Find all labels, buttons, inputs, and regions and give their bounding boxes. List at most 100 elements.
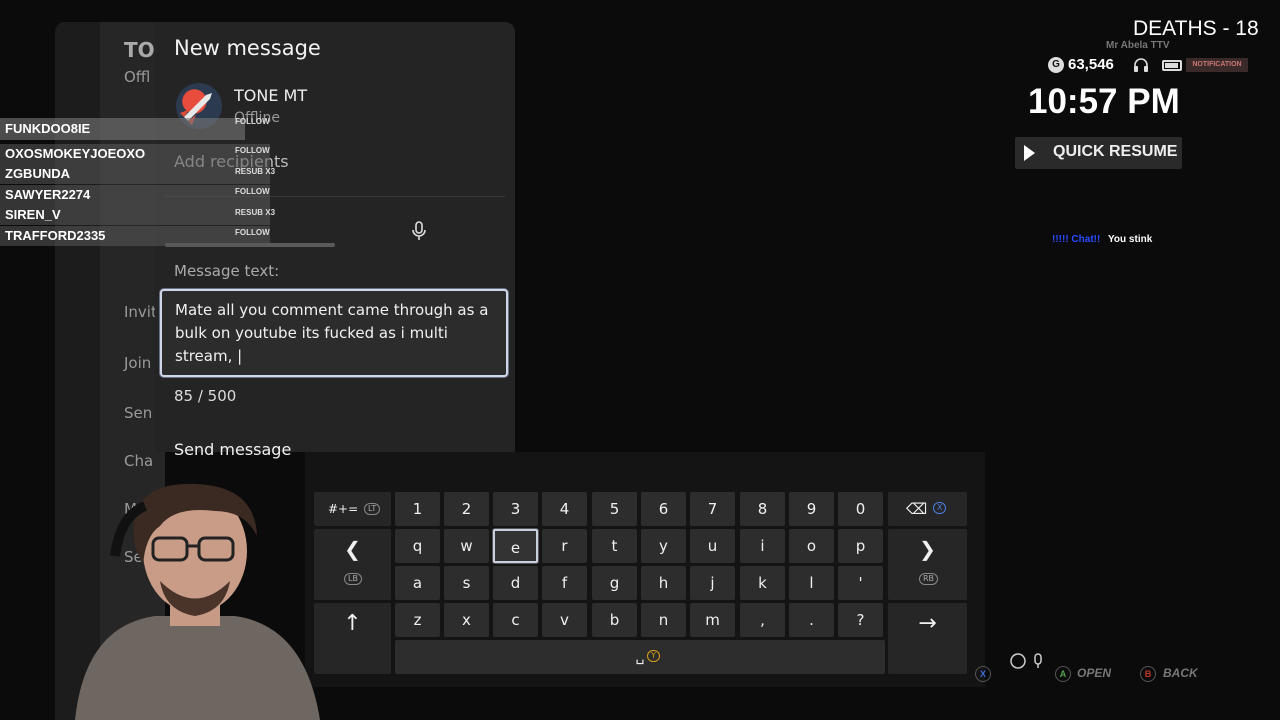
key-0[interactable]: 0 <box>838 492 883 526</box>
page-title: New message <box>174 36 321 60</box>
battery-level <box>1165 63 1178 68</box>
shift-key[interactable]: ↑ <box>314 603 391 674</box>
microphone-icon[interactable] <box>410 220 428 242</box>
play-icon <box>1024 145 1035 161</box>
character-count: 85 / 500 <box>174 387 237 405</box>
key-1[interactable]: 1 <box>395 492 440 526</box>
symbols-key-label: #+= <box>328 502 359 516</box>
x-badge: X <box>933 502 947 514</box>
key-3[interactable]: 3 <box>493 492 538 526</box>
key-x[interactable]: x <box>444 603 489 637</box>
send-message-button[interactable]: Send message <box>174 440 291 459</box>
key-question[interactable]: ? <box>838 603 883 637</box>
key-5[interactable]: 5 <box>592 492 637 526</box>
chat-row-name: FUNKDOO8IE <box>5 121 91 136</box>
key-t[interactable]: t <box>592 529 637 563</box>
webcam-feed <box>75 483 320 720</box>
rb-badge: RB <box>919 573 939 585</box>
key-o[interactable]: o <box>789 529 834 563</box>
key-9[interactable]: 9 <box>789 492 834 526</box>
backspace-icon: ⌫ <box>906 500 928 518</box>
chat-row: ZGBUNDA <box>0 164 270 184</box>
chat-message: You stink <box>1108 234 1153 245</box>
chat-row-name: ZGBUNDA <box>5 166 70 181</box>
key-w[interactable]: w <box>444 529 489 563</box>
enter-arrow-icon: → <box>918 611 937 636</box>
key-4[interactable]: 4 <box>542 492 587 526</box>
key-apostrophe[interactable]: ' <box>838 566 883 600</box>
guide-item-send: Sen <box>124 404 153 422</box>
key-h[interactable]: h <box>641 566 686 600</box>
chat-row-badge: RESUB X3 <box>235 167 276 176</box>
open-hint[interactable]: OPEN <box>1077 666 1111 680</box>
chat-row-name: TRAFFORD2335 <box>5 228 106 243</box>
clock: 10:57 PM <box>1028 82 1180 121</box>
key-r[interactable]: r <box>542 529 587 563</box>
guide-item-invite: Invit <box>124 303 157 321</box>
space-key[interactable]: ␣ Y <box>395 640 885 674</box>
death-counter: DEATHS - 18 <box>1133 17 1259 40</box>
key-a[interactable]: a <box>395 566 440 600</box>
key-p[interactable]: p <box>838 529 883 563</box>
key-z[interactable]: z <box>395 603 440 637</box>
enter-key[interactable]: → <box>888 603 967 674</box>
cursor-left-key[interactable]: ❮ LB <box>314 529 391 600</box>
key-v[interactable]: v <box>542 603 587 637</box>
key-6[interactable]: 6 <box>641 492 686 526</box>
key-b[interactable]: b <box>592 603 637 637</box>
key-n[interactable]: n <box>641 603 686 637</box>
message-text-value: Mate all you comment came through as a b… <box>175 301 489 365</box>
key-s[interactable]: s <box>444 566 489 600</box>
key-period[interactable]: . <box>789 603 834 637</box>
key-d[interactable]: d <box>493 566 538 600</box>
chat-row: SIREN_V <box>0 205 270 225</box>
lb-badge: LB <box>344 573 362 585</box>
guide-item-chat: Cha <box>124 452 154 470</box>
chat-row: OXOSMOKEYJOEOXO <box>0 144 270 164</box>
recipient-name[interactable]: TONE MT <box>234 86 307 105</box>
backspace-key[interactable]: ⌫ X <box>888 492 967 526</box>
key-c[interactable]: c <box>493 603 538 637</box>
key-m[interactable]: m <box>690 603 735 637</box>
back-hint[interactable]: BACK <box>1163 666 1198 680</box>
share-mic-icon <box>1010 653 1042 669</box>
key-2[interactable]: 2 <box>444 492 489 526</box>
a-button-icon: A <box>1055 666 1071 682</box>
key-8[interactable]: 8 <box>740 492 785 526</box>
key-j[interactable]: j <box>690 566 735 600</box>
streamer-tag: Mr Abela TTV <box>1106 40 1170 51</box>
key-u[interactable]: u <box>690 529 735 563</box>
chat-row: FUNKDOO8IE <box>0 118 245 140</box>
gamerscore-icon: G <box>1048 57 1064 73</box>
key-g[interactable]: g <box>592 566 637 600</box>
key-i[interactable]: i <box>740 529 785 563</box>
key-q[interactable]: q <box>395 529 440 563</box>
gamerscore-value: 63,546 <box>1068 56 1114 73</box>
guide-heading: TO <box>124 38 155 62</box>
x-button-icon: X <box>975 666 991 682</box>
b-button-icon: B <box>1140 666 1156 682</box>
chat-row-badge: FOLLOW <box>235 187 270 196</box>
key-comma[interactable]: , <box>740 603 785 637</box>
chat-row-badge: FOLLOW <box>235 117 270 126</box>
guide-status: Offl <box>124 68 151 86</box>
notification-badge: NOTIFICATION <box>1186 58 1248 72</box>
cursor-right-key[interactable]: ❯ RB <box>888 529 967 600</box>
headset-icon <box>1134 58 1148 72</box>
key-e[interactable]: e <box>493 529 538 563</box>
y-badge: Y <box>647 650 660 662</box>
quick-resume-label: QUICK RESUME <box>1053 143 1178 160</box>
symbols-key[interactable]: #+= LT <box>314 492 391 526</box>
message-text-label: Message text: <box>174 262 280 280</box>
key-7[interactable]: 7 <box>690 492 735 526</box>
chat-row-badge: FOLLOW <box>235 146 270 155</box>
key-f[interactable]: f <box>542 566 587 600</box>
key-l[interactable]: l <box>789 566 834 600</box>
chat-username: !!!!! Chat!! <box>1052 234 1101 245</box>
chat-row-name: SAWYER2274 <box>5 187 91 202</box>
chevron-right-icon: ❯ <box>919 537 936 561</box>
key-y[interactable]: y <box>641 529 686 563</box>
chat-row-name: OXOSMOKEYJOEOXO <box>5 146 146 161</box>
key-k[interactable]: k <box>740 566 785 600</box>
chat-row: TRAFFORD2335 <box>0 226 270 246</box>
